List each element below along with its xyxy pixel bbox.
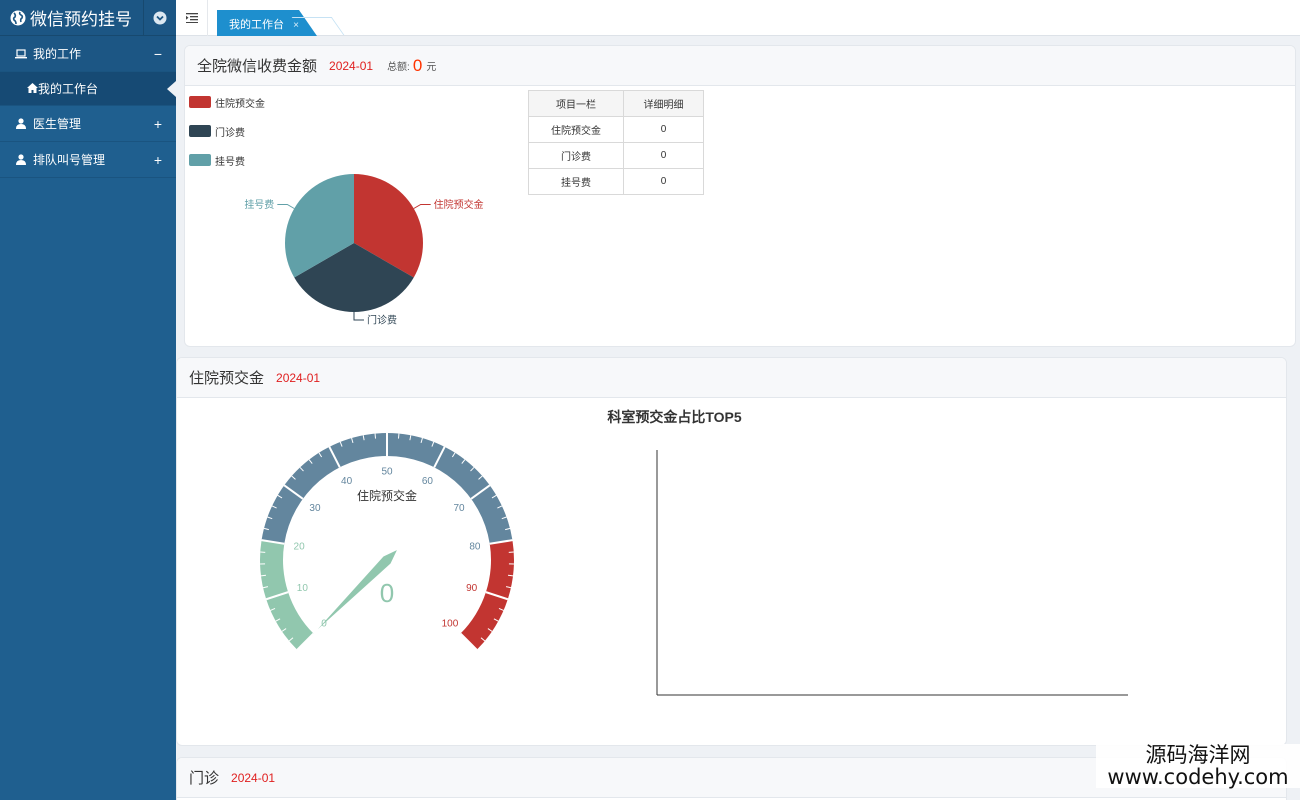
table-cell: 0 bbox=[623, 168, 704, 195]
app-title: 微信预约挂号 bbox=[30, 10, 132, 29]
sidebar: 微信预约挂号 我的工作 − 我的工作台 医生管理 + 排队叫号管理 + bbox=[0, 0, 176, 800]
sidebar-item-label: 我的工作 bbox=[33, 47, 82, 61]
sidebar-item-label: 医生管理 bbox=[33, 117, 82, 131]
legend-item[interactable]: 门诊费 bbox=[189, 124, 265, 139]
sidebar-item-queue-management[interactable]: 排队叫号管理 + bbox=[0, 142, 176, 178]
gauge-value: 0 bbox=[380, 578, 394, 608]
gauge-tick-label: 30 bbox=[309, 503, 321, 514]
pie-label-line bbox=[353, 312, 364, 321]
table-row: 住院预交金 0 bbox=[528, 116, 704, 143]
gauge-band bbox=[460, 540, 514, 650]
gauge-tick-label: 20 bbox=[294, 542, 306, 553]
gauge-tick-label: 80 bbox=[469, 542, 481, 553]
indent-icon bbox=[185, 13, 198, 23]
table-cell: 0 bbox=[623, 142, 704, 169]
home-icon bbox=[27, 82, 38, 96]
panel-title: 住院预交金 bbox=[189, 370, 265, 387]
total-value: 0 bbox=[412, 55, 423, 75]
gauge-tick-label: 40 bbox=[341, 476, 353, 487]
pie-label: 挂号费 bbox=[244, 198, 274, 211]
tab-label: 我的工作台 bbox=[229, 19, 284, 31]
pie-label-line bbox=[277, 204, 295, 209]
gauge-tick-label: 100 bbox=[442, 618, 459, 629]
legend-swatch bbox=[189, 154, 211, 166]
fee-table: 项目一栏 详细明细 住院预交金 0 门诊费 0 挂号费 0 bbox=[528, 90, 704, 195]
table-header-row: 项目一栏 详细明细 bbox=[528, 90, 704, 117]
total-label: 总额: bbox=[387, 62, 410, 73]
table-cell: 住院预交金 bbox=[528, 116, 624, 143]
table-cell: 挂号费 bbox=[528, 168, 624, 195]
gauge-band bbox=[260, 540, 314, 650]
sidebar-subitem-workbench[interactable]: 我的工作台 bbox=[0, 72, 176, 106]
legend-swatch bbox=[189, 125, 211, 137]
gauge-tick-label: 90 bbox=[466, 583, 478, 594]
sidebar-item-doctor-management[interactable]: 医生管理 + bbox=[0, 106, 176, 142]
gauge-tick-label: 50 bbox=[381, 467, 393, 478]
gauge-minor-tick bbox=[507, 574, 514, 577]
table-row: 门诊费 0 bbox=[528, 142, 704, 169]
legend-item[interactable]: 住院预交金 bbox=[189, 95, 265, 110]
active-caret bbox=[167, 81, 176, 97]
brand-bar: 微信预约挂号 bbox=[0, 0, 176, 36]
column-header: 项目一栏 bbox=[528, 90, 624, 117]
table-cell: 门诊费 bbox=[528, 142, 624, 169]
gauge-tick-label: 70 bbox=[453, 503, 465, 514]
panel-header: 全院微信收费金额 2024-01 总额: 0 元 bbox=[185, 46, 1295, 86]
expand-icon: + bbox=[153, 115, 162, 132]
laptop-icon bbox=[15, 48, 27, 60]
panel-date: 2024-01 bbox=[276, 370, 321, 385]
panel-wechat-fees: 全院微信收费金额 2024-01 总额: 0 元 住院预交金 门诊费 挂号费 住… bbox=[184, 45, 1296, 347]
watermark-line1: 源码海洋网 bbox=[1145, 743, 1251, 767]
gauge-chart: 0102030405060708090100住院预交金0 bbox=[260, 432, 514, 651]
pie-chart: 住院预交金门诊费 挂号费 bbox=[244, 174, 484, 327]
gauge-title: 住院预交金 bbox=[357, 488, 417, 503]
bar-chart bbox=[656, 450, 1128, 696]
panel-title: 全院微信收费金额 bbox=[197, 58, 318, 75]
column-header: 详细明细 bbox=[623, 90, 704, 117]
pie-label: 住院预交金 bbox=[434, 198, 484, 211]
total-unit: 元 bbox=[426, 62, 437, 73]
user-icon bbox=[15, 118, 27, 130]
gauge-minor-tick bbox=[260, 574, 267, 577]
panel-inpatient-deposit: 住院预交金 2024-01 0 10 20 30 40 50 60 70 80 90 100 住院预交… bbox=[176, 357, 1287, 746]
sidebar-item-my-work[interactable]: 我的工作 − bbox=[0, 36, 176, 72]
pie-label-line bbox=[413, 204, 431, 209]
panel-date: 2024-01 bbox=[231, 770, 276, 785]
panel-title: 门诊 bbox=[189, 770, 220, 787]
bar-chart-title: 科室预交金占比TOP5 bbox=[607, 409, 742, 425]
sidebar-toggle-button[interactable] bbox=[143, 0, 176, 36]
gauge-tick-label: 60 bbox=[422, 476, 434, 487]
sidebar-item-label: 排队叫号管理 bbox=[33, 153, 106, 167]
legend-label: 住院预交金 bbox=[215, 98, 265, 110]
gauge-tick-label: 10 bbox=[297, 583, 309, 594]
watermark-line2: www.codehy.com bbox=[1107, 765, 1289, 790]
expand-icon: + bbox=[153, 151, 162, 168]
panel-header: 住院预交金 2024-01 bbox=[177, 358, 1286, 398]
table-cell: 0 bbox=[623, 116, 704, 143]
table-row: 挂号费 0 bbox=[528, 168, 704, 195]
watermark: 源码海洋网 www.codehy.com bbox=[1096, 744, 1300, 788]
user-icon bbox=[15, 154, 27, 166]
legend-swatch bbox=[189, 96, 211, 108]
legend-label: 门诊费 bbox=[215, 127, 245, 139]
top-bar: 我的工作台 × bbox=[176, 0, 1300, 36]
chevron-down-circle-icon bbox=[153, 11, 167, 25]
collapse-icon: − bbox=[153, 45, 162, 62]
pie-label: 门诊费 bbox=[367, 314, 397, 327]
menu-toggle-button[interactable] bbox=[176, 0, 208, 36]
panel-date: 2024-01 bbox=[329, 58, 374, 73]
globe-icon bbox=[10, 10, 26, 25]
sidebar-item-label: 我的工作台 bbox=[38, 82, 99, 96]
